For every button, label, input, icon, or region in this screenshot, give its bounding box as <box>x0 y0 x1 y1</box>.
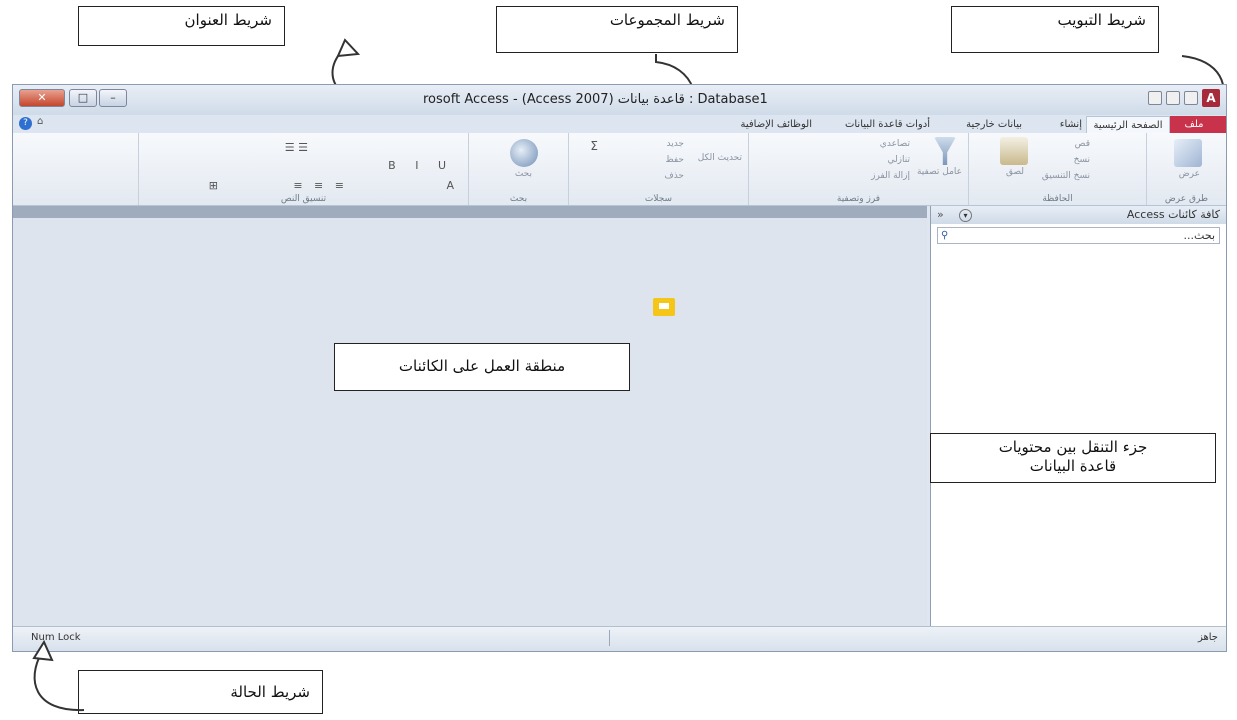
quick-access-toolbar: A <box>1148 89 1220 107</box>
copy-button[interactable]: نسخ <box>1074 155 1090 165</box>
bold-italic-underline-icons[interactable]: B I U <box>388 159 454 172</box>
collapse-pane-button[interactable]: « <box>937 206 944 224</box>
cut-button[interactable]: قص <box>1075 139 1090 149</box>
tab-file[interactable]: ملف <box>1162 116 1226 133</box>
paste-button[interactable]: لصق <box>1006 167 1024 177</box>
find-group: بحث بحث <box>468 133 568 205</box>
navigation-search-placeholder: بحث... <box>1183 229 1215 242</box>
tab-home[interactable]: الصفحة الرئيسية <box>1086 116 1170 134</box>
status-bar-callout-text: شريط الحالة <box>230 683 310 701</box>
view-button[interactable]: عرض <box>1179 169 1200 179</box>
descending-button[interactable]: تنازلي <box>887 155 910 165</box>
remove-sort-button[interactable]: إزالة الفرز <box>871 171 910 181</box>
navigation-pane-callout-line2: قاعدة البيانات <box>1029 457 1117 475</box>
object-workspace-callout-text: منطقة العمل على الكائنات <box>398 357 566 375</box>
navigation-pane-callout: جزء التنقل بين محتويات قاعدة البيانات <box>930 433 1216 483</box>
find-button[interactable]: بحث <box>515 169 532 179</box>
list-icons[interactable]: ☰ ☰ <box>285 141 308 154</box>
navigation-pane-callout-line1: جزء التنقل بين محتويات <box>998 438 1148 456</box>
workspace-top-bar <box>13 206 927 218</box>
font-color-icon[interactable]: A <box>446 179 454 192</box>
binoculars-icon[interactable] <box>510 139 538 167</box>
tab-add-ins[interactable]: الوظائف الإضافية <box>735 116 819 133</box>
sort-filter-group-label: فرز وتصفية <box>836 194 881 204</box>
minimize-button[interactable]: – <box>99 89 127 107</box>
title-bar-callout: شريط العنوان <box>78 6 285 46</box>
tabs-bar-callout: شريط التبويب <box>951 6 1159 53</box>
chevron-down-icon[interactable]: ▾ <box>959 209 972 222</box>
ascending-button[interactable]: تصاعدي <box>880 139 910 149</box>
find-group-label: بحث <box>509 194 528 204</box>
save-icon[interactable] <box>1184 91 1198 105</box>
groups-bar-callout-text: شريط المجموعات <box>609 11 725 29</box>
redo-icon[interactable] <box>1166 91 1180 105</box>
object-workspace[interactable] <box>13 206 927 627</box>
filter-button[interactable]: عامل تصفية <box>917 167 962 177</box>
clipboard-group-label: الحافظة <box>1042 194 1073 204</box>
status-divider <box>609 630 610 646</box>
records-group-label: سجلات <box>644 194 673 204</box>
filter-icon[interactable] <box>934 137 956 165</box>
delete-record-button[interactable]: حذف <box>664 171 684 181</box>
close-button[interactable]: ✕ <box>19 89 65 107</box>
ribbon: عرض طرق عرض لصق قص نسخ نسخ التنسيق الحاف… <box>13 133 1226 206</box>
paste-icon[interactable] <box>1000 137 1028 165</box>
comment-icon <box>653 298 675 316</box>
save-record-button[interactable]: حفظ <box>665 155 684 165</box>
format-painter-button[interactable]: نسخ التنسيق <box>1042 171 1090 181</box>
title-bar-callout-text: شريط العنوان <box>184 11 272 29</box>
ready-status: جاهز <box>1197 632 1218 643</box>
navigation-search-input[interactable]: بحث... ⚲ <box>937 227 1220 244</box>
tabs-bar-callout-text: شريط التبويب <box>1057 11 1146 29</box>
maximize-button[interactable]: □ <box>69 89 97 107</box>
navigation-pane-title: كافة كائنات Access <box>1126 208 1220 221</box>
object-workspace-callout: منطقة العمل على الكائنات <box>334 343 630 391</box>
records-group: تحديث الكل جديد حفظ حذف Σ سجلات <box>568 133 748 205</box>
views-group-label: طرق عرض <box>1164 194 1209 204</box>
window-title: rosoft Access - (Access 2007) قاعدة بيان… <box>423 92 768 107</box>
help-icon[interactable]: ? <box>19 117 32 130</box>
refresh-all-button[interactable]: تحديث الكل <box>698 153 742 163</box>
text-format-group: B I U ☰ ☰ A ≡ ≡ ≡ ⊞ تنسيق النص <box>138 133 468 205</box>
views-group: عرض طرق عرض <box>1146 133 1226 205</box>
view-icon[interactable] <box>1174 139 1202 167</box>
navigation-pane-header[interactable]: كافة كائنات Access ▾ « <box>931 206 1226 224</box>
search-icon[interactable]: ⚲ <box>941 228 948 243</box>
new-record-button[interactable]: جديد <box>666 139 684 149</box>
ribbon-tabs: ملف الصفحة الرئيسية إنشاء بيانات خارجية … <box>13 115 1226 134</box>
groups-bar-callout: شريط المجموعات <box>496 6 738 53</box>
totals-icon[interactable]: Σ <box>590 139 598 153</box>
clipboard-group: لصق قص نسخ نسخ التنسيق الحافظة <box>968 133 1146 205</box>
title-bar: ✕ □ – rosoft Access - (Access 2007) قاعد… <box>13 85 1226 115</box>
sort-filter-group: عامل تصفية تصاعدي تنازلي إزالة الفرز فرز… <box>748 133 968 205</box>
status-bar-callout: شريط الحالة <box>78 670 323 714</box>
undo-icon[interactable] <box>1148 91 1162 105</box>
tab-external-data[interactable]: بيانات خارجية <box>960 116 1028 133</box>
alignment-icons[interactable]: ≡ ≡ ≡ <box>293 179 348 192</box>
tab-database-tools[interactable]: أدوات قاعدة البيانات <box>839 116 936 133</box>
navigation-pane: كافة كائنات Access ▾ « بحث... ⚲ <box>930 206 1226 627</box>
ribbon-minimize-icon[interactable]: ⌂ <box>37 116 43 127</box>
text-format-group-label: تنسيق النص <box>280 194 327 204</box>
status-bar-arrow <box>32 640 85 712</box>
gridlines-icon[interactable]: ⊞ <box>209 179 218 192</box>
access-logo-icon: A <box>1202 89 1220 107</box>
status-bar: Num Lock جاهز <box>13 626 1226 651</box>
tab-create[interactable]: إنشاء <box>1054 116 1088 133</box>
